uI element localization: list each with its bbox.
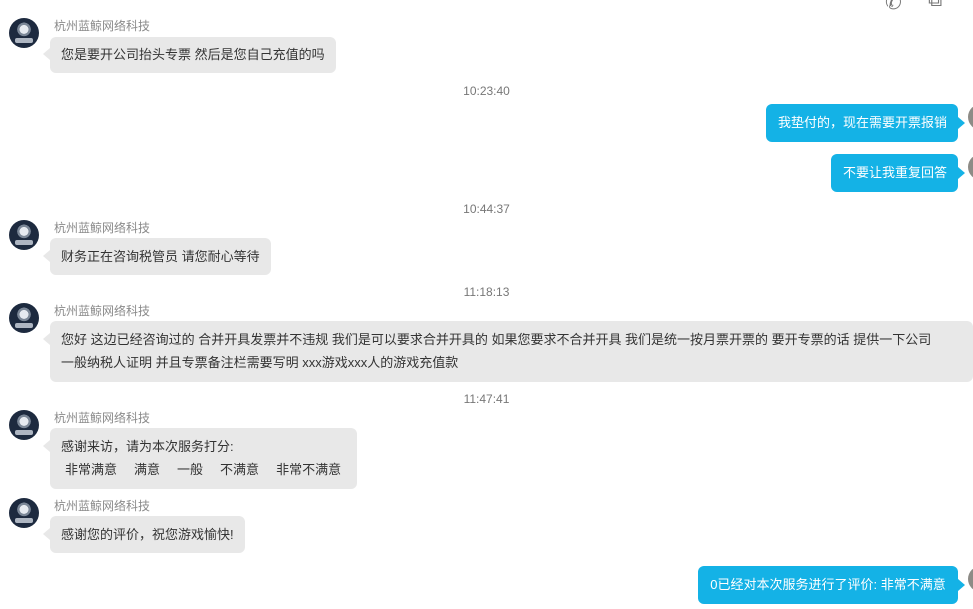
rating-prompt: 感谢来访，请为本次服务打分: [61, 439, 234, 454]
user-avatar [968, 154, 973, 180]
sender-name: 杭州蓝鲸网络科技 [54, 499, 151, 513]
agent-avatar [9, 498, 39, 528]
bubble-arrow [958, 117, 965, 129]
rating-very-unsatisfied[interactable]: 非常不满意 [276, 462, 341, 477]
user-message: 0已经对本次服务进行了评价: 非常不满意 [698, 566, 958, 604]
rating-unsatisfied[interactable]: 不满意 [220, 462, 259, 477]
message-line: 一般纳税人证明 并且专票备注栏需要写明 xxx游戏xxx人的游戏充值款 [61, 355, 459, 370]
user-message: 我垫付的，现在需要开票报销 [766, 104, 958, 142]
agent-message: 感谢您的评价，祝您游戏愉快! [50, 516, 245, 553]
window-icon[interactable]: ⧉ [928, 0, 942, 12]
agent-message-long: 您好 这边已经咨询过的 合并开具发票并不违规 我们是可以要求合并开具的 如果您要… [50, 321, 973, 382]
agent-avatar [9, 303, 39, 333]
rating-very-satisfied[interactable]: 非常满意 [65, 462, 117, 477]
user-avatar [968, 104, 973, 130]
agent-avatar [9, 18, 39, 48]
agent-message: 财务正在咨询税管员 请您耐心等待 [50, 238, 271, 275]
user-message: 不要让我重复回答 [831, 154, 958, 192]
bubble-arrow [43, 250, 50, 262]
rating-message: 感谢来访，请为本次服务打分: 非常满意 满意 一般 不满意 非常不满意 [50, 428, 357, 489]
sender-name: 杭州蓝鲸网络科技 [54, 304, 151, 318]
bubble-arrow [958, 579, 965, 591]
user-avatar [968, 566, 973, 592]
rating-neutral[interactable]: 一般 [177, 462, 203, 477]
timestamp: 10:23:40 [463, 84, 510, 98]
rating-options: 非常满意 满意 一般 不满意 非常不满意 [61, 458, 346, 481]
bubble-arrow [43, 48, 50, 60]
message-line: 您好 这边已经咨询过的 合并开具发票并不违规 我们是可以要求合并开具的 如果您要… [61, 332, 932, 347]
bubble-arrow [43, 440, 50, 452]
timestamp: 11:18:13 [463, 285, 510, 299]
sender-name: 杭州蓝鲸网络科技 [54, 19, 151, 33]
agent-message: 您是要开公司抬头专票 然后是您自己充值的吗 [50, 37, 336, 73]
timestamp: 11:47:41 [463, 392, 510, 406]
phone-icon[interactable]: ✆ [885, 0, 902, 15]
agent-avatar [9, 220, 39, 250]
bubble-arrow [958, 167, 965, 179]
agent-avatar [9, 410, 39, 440]
sender-name: 杭州蓝鲸网络科技 [54, 411, 151, 425]
bubble-arrow [43, 333, 50, 345]
rating-satisfied[interactable]: 满意 [134, 462, 160, 477]
sender-name: 杭州蓝鲸网络科技 [54, 221, 151, 235]
bubble-arrow [43, 528, 50, 540]
timestamp: 10:44:37 [463, 202, 510, 216]
